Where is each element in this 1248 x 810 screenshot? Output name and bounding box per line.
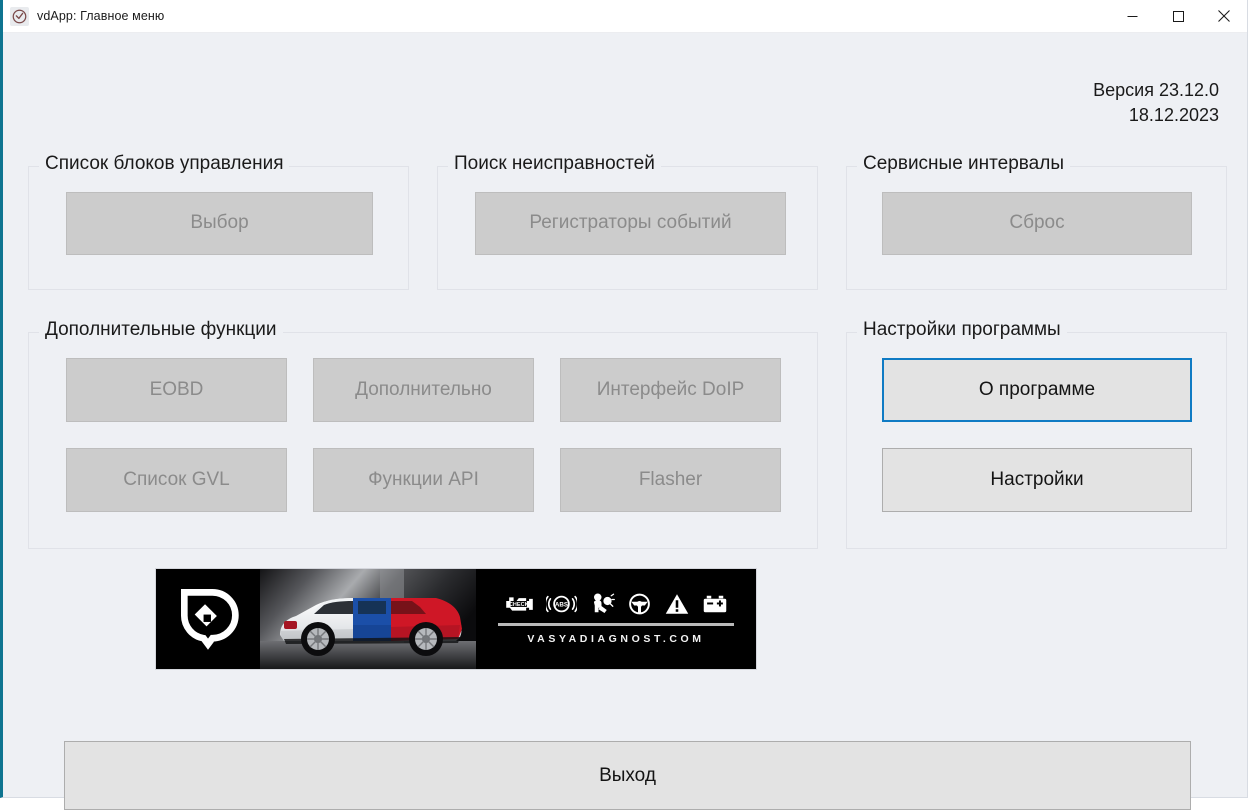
version-block: Версия 23.12.0 18.12.2023 (1093, 78, 1219, 128)
battery-icon (701, 592, 729, 616)
group-title-ecu-list: Список блоков управления (39, 154, 290, 173)
client-area: Версия 23.12.0 18.12.2023 Список блоков … (3, 33, 1247, 810)
warning-triangle-icon (664, 592, 690, 616)
group-fault-search: Поиск неисправностей Регистраторы событи… (437, 154, 818, 290)
banner-warning-icons: CHECK ABS VASYADIAGNOST.COM (476, 569, 756, 669)
minimize-icon[interactable] (1109, 0, 1155, 32)
select-ecu-button[interactable]: Выбор (66, 192, 373, 255)
group-ecu-list: Список блоков управления Выбор (28, 154, 409, 290)
vd-logo-icon (10, 6, 29, 26)
title-bar-left: vdApp: Главное меню (3, 6, 165, 26)
svg-text:CHECK: CHECK (508, 602, 528, 608)
group-extra-functions: Дополнительные функции EOBD Дополнительн… (28, 320, 818, 549)
window-title: vdApp: Главное меню (37, 9, 165, 23)
about-button[interactable]: О программе (882, 358, 1192, 422)
close-icon[interactable] (1201, 0, 1247, 32)
service-reset-button[interactable]: Сброс (882, 192, 1192, 255)
skoda-car-photo (260, 569, 476, 669)
group-program-settings: Настройки программы О программе Настройк… (846, 320, 1227, 549)
settings-button[interactable]: Настройки (882, 448, 1192, 512)
app-window: vdApp: Главное меню Версия 23.12.0 18.12… (0, 0, 1248, 810)
exit-button[interactable]: Выход (64, 741, 1191, 810)
window-controls (1109, 0, 1247, 32)
flasher-button[interactable]: Flasher (560, 448, 781, 512)
vasya-diagnost-logo-icon (156, 569, 260, 669)
group-title-program-settings: Настройки программы (857, 320, 1067, 339)
group-service-intervals: Сервисные интервалы Сброс (846, 154, 1227, 290)
svg-text:ABS: ABS (554, 601, 567, 608)
event-recorders-button[interactable]: Регистраторы событий (475, 192, 786, 255)
check-engine-icon: CHECK (504, 592, 535, 616)
version-date: 18.12.2023 (1128, 104, 1219, 125)
vasyadiagnost-banner: CHECK ABS VASYADIAGNOST.COM (155, 568, 757, 670)
title-bar: vdApp: Главное меню (3, 0, 1247, 33)
doip-interface-button[interactable]: Интерфейс DoIP (560, 358, 781, 422)
api-functions-button[interactable]: Функции API (313, 448, 534, 512)
airbag-icon (588, 592, 615, 616)
warning-icon-row: CHECK ABS (504, 592, 729, 616)
additional-button[interactable]: Дополнительно (313, 358, 534, 422)
gvl-list-button[interactable]: Список GVL (66, 448, 287, 512)
banner-url-text: VASYADIAGNOST.COM (527, 632, 705, 645)
group-title-service-intervals: Сервисные интервалы (857, 154, 1070, 173)
steering-icon (626, 592, 653, 616)
group-title-fault-search: Поиск неисправностей (448, 154, 661, 173)
abs-icon: ABS (545, 592, 577, 616)
maximize-icon[interactable] (1155, 0, 1201, 32)
group-title-extra-functions: Дополнительные функции (39, 320, 283, 339)
eobd-button[interactable]: EOBD (66, 358, 287, 422)
version-label: Версия 23.12.0 (1093, 80, 1219, 100)
banner-divider (498, 622, 734, 626)
